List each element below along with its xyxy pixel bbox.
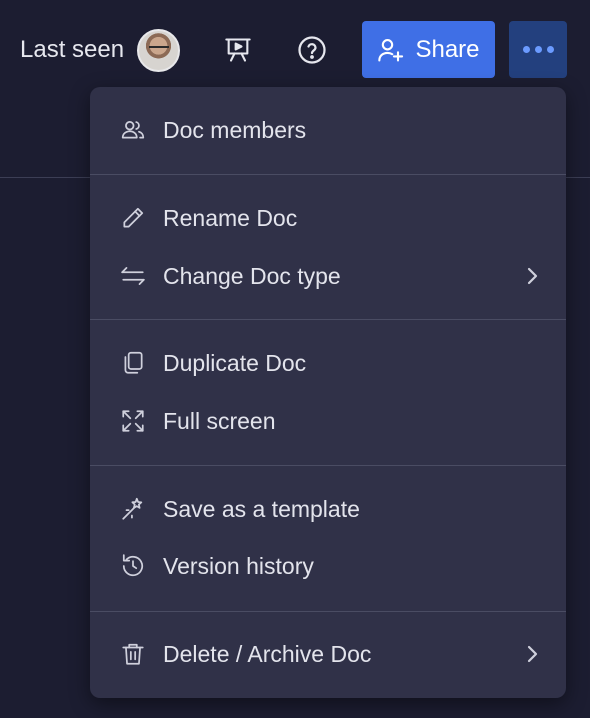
menu-section-delete: Delete / Archive Doc <box>90 611 566 698</box>
menu-item-full-screen[interactable]: Full screen <box>90 395 566 447</box>
pencil-icon <box>120 205 146 231</box>
menu-item-label: Full screen <box>163 408 276 434</box>
menu-item-delete-archive-doc[interactable]: Delete / Archive Doc <box>90 628 566 680</box>
menu-item-change-doc-type[interactable]: Change Doc type <box>90 250 566 302</box>
share-button[interactable]: Share <box>362 21 495 78</box>
menu-item-label: Delete / Archive Doc <box>163 641 372 667</box>
swap-arrows-icon <box>120 263 146 289</box>
chevron-right-icon <box>522 264 542 288</box>
presentation-button[interactable] <box>218 28 258 72</box>
menu-item-duplicate-doc[interactable]: Duplicate Doc <box>90 337 566 389</box>
menu-item-rename-doc[interactable]: Rename Doc <box>90 192 566 244</box>
trash-icon <box>120 641 146 667</box>
magic-wand-icon <box>120 496 146 522</box>
menu-item-version-history[interactable]: Version history <box>90 540 566 592</box>
menu-item-label: Rename Doc <box>163 205 298 231</box>
menu-section-edit: Rename Doc Change Doc type <box>90 174 566 320</box>
menu-item-label: Doc members <box>163 117 307 143</box>
last-seen-label: Last seen <box>20 36 125 63</box>
menu-item-doc-members[interactable]: Doc members <box>90 104 566 156</box>
menu-section-template: Save as a template Version history <box>90 465 566 612</box>
doc-header: Last seen Share <box>0 0 590 100</box>
menu-section-members: Doc members <box>90 87 566 175</box>
menu-item-save-as-template[interactable]: Save as a template <box>90 483 566 535</box>
presentation-icon <box>224 36 252 64</box>
doc-options-menu: Doc members Rename Doc Change Doc type D… <box>90 87 566 698</box>
chevron-right-icon <box>522 642 542 666</box>
more-horizontal-icon <box>522 46 554 53</box>
menu-item-label: Change Doc type <box>163 263 341 289</box>
menu-item-label: Duplicate Doc <box>163 350 307 376</box>
help-icon <box>297 35 327 65</box>
share-button-label: Share <box>415 35 480 63</box>
menu-item-label: Save as a template <box>163 496 360 522</box>
menu-section-view: Duplicate Doc Full screen <box>90 319 566 466</box>
more-options-button[interactable] <box>509 21 567 78</box>
menu-item-label: Version history <box>163 553 314 579</box>
avatar[interactable] <box>137 29 180 72</box>
expand-icon <box>120 408 146 434</box>
copy-icon <box>120 350 146 376</box>
add-user-icon <box>377 36 405 64</box>
users-icon <box>120 117 146 143</box>
history-icon <box>120 553 146 579</box>
help-button[interactable] <box>292 28 332 72</box>
